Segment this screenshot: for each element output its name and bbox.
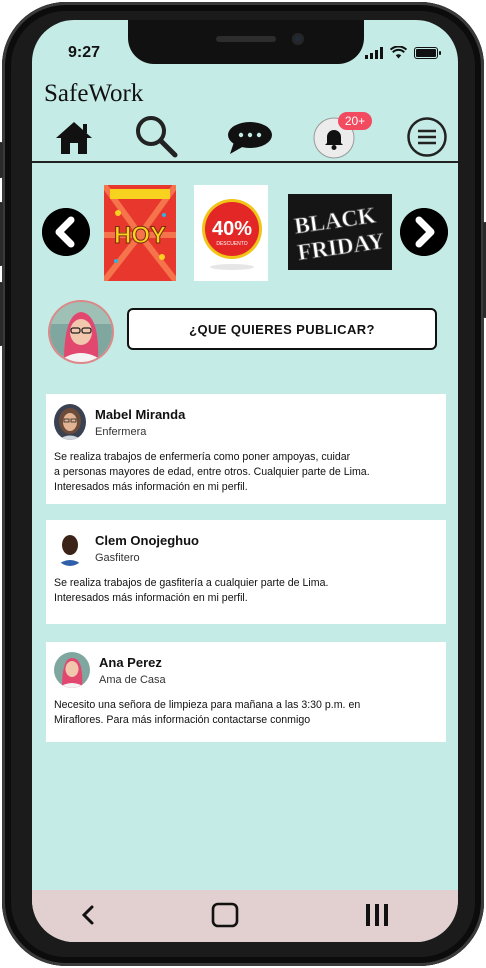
volume-down-button: [0, 282, 3, 346]
post-author-name[interactable]: Clem Onojeghuo: [95, 533, 199, 548]
status-time: 9:27: [68, 44, 101, 61]
phone-frame: 9:27 SafeWork 20+ HOY 40% DESCUENTO BLAC…: [0, 2, 486, 966]
post-body: Necesito una señora de limpieza para mañ…: [54, 698, 438, 728]
home-button-icon[interactable]: [210, 902, 240, 928]
post-body-line: Interesados más información en mi perfil…: [54, 592, 248, 604]
app-screen: 9:27 SafeWork 20+ HOY 40% DESCUENTO BLAC…: [32, 20, 458, 942]
wifi-icon: [390, 46, 407, 59]
notch: [128, 20, 364, 64]
post-body: Se realiza trabajos de gasfitería a cual…: [54, 576, 438, 606]
promo-40-banner[interactable]: 40% DESCUENTO: [194, 185, 268, 281]
post-author-role: Enfermera: [95, 425, 147, 438]
volume-up-button: [0, 202, 3, 266]
notification-badge: 20+: [338, 112, 372, 130]
post-body: Se realiza trabajos de enfermería como p…: [54, 450, 438, 495]
post-card[interactable]: Mabel Miranda Enfermera Se realiza traba…: [46, 394, 446, 504]
app-logo: SafeWork: [44, 80, 144, 107]
post-body-line: Se realiza trabajos de gasfitería a cual…: [54, 577, 329, 589]
carousel-prev-button[interactable]: [42, 208, 90, 256]
front-camera: [292, 33, 304, 45]
mute-switch: [0, 142, 3, 178]
search-icon[interactable]: [134, 114, 178, 158]
promo-hoy-banner[interactable]: HOY: [104, 185, 176, 281]
back-icon[interactable]: [80, 904, 96, 926]
user-photo: [50, 302, 112, 362]
post-author-role: Gasfitero: [95, 551, 140, 564]
post-author-name[interactable]: Mabel Miranda: [95, 407, 185, 422]
top-navigation: [32, 112, 458, 164]
post-header: Mabel Miranda Enfermera: [54, 404, 438, 440]
promo-black-friday-banner[interactable]: BLACK FRIDAY: [288, 194, 392, 270]
signal-icon: [365, 46, 383, 59]
post-body-line: a personas mayores de edad, entre otros.…: [54, 466, 370, 478]
post-header: Clem Onojeghuo Gasfitero: [54, 530, 438, 566]
post-author-avatar[interactable]: [54, 652, 90, 688]
carousel-next-button[interactable]: [400, 208, 448, 256]
promo-hoy-text: HOY: [114, 222, 166, 249]
post-author-name[interactable]: Ana Perez: [99, 655, 166, 670]
promo-40-subtext: DESCUENTO: [216, 241, 247, 247]
create-post-button[interactable]: ¿QUE QUIERES PUBLICAR?: [127, 308, 437, 350]
system-navigation-bar: [32, 890, 458, 942]
promo-40-text: 40%: [212, 218, 252, 240]
nav-divider: [32, 161, 458, 163]
status-icons: [365, 46, 441, 59]
post-card[interactable]: Clem Onojeghuo Gasfitero Se realiza trab…: [46, 520, 446, 624]
post-body-line: Miraflores. Para más información contact…: [54, 714, 311, 726]
post-card[interactable]: Ana Perez Ama de Casa Necesito una señor…: [46, 642, 446, 742]
current-user-avatar[interactable]: [48, 300, 114, 364]
post-body-line: Interesados más información en mi perfil…: [54, 481, 248, 493]
post-body-line: Se realiza trabajos de enfermería como p…: [54, 451, 351, 463]
battery-icon: [414, 46, 441, 59]
post-author-role: Ama de Casa: [99, 673, 166, 686]
post-author-avatar[interactable]: [54, 404, 86, 440]
post-body-line: Necesito una señora de limpieza para mañ…: [54, 699, 361, 711]
post-header: Ana Perez Ama de Casa: [54, 652, 438, 688]
chat-icon[interactable]: [226, 120, 274, 156]
post-author-avatar[interactable]: [54, 530, 86, 566]
recent-apps-icon[interactable]: [364, 902, 390, 928]
menu-icon[interactable]: [406, 116, 448, 158]
home-icon[interactable]: [54, 120, 94, 156]
speaker-grille: [216, 36, 276, 42]
